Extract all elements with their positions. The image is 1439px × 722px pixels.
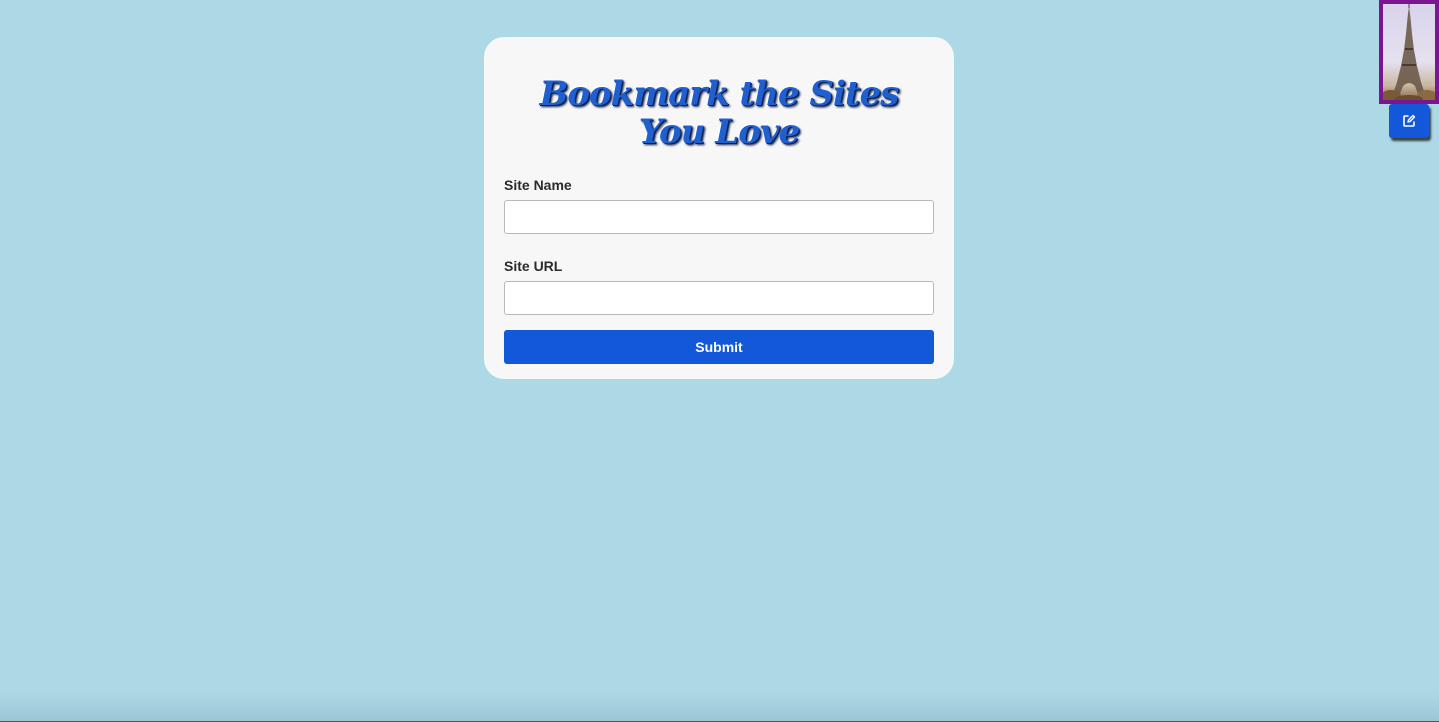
site-name-input[interactable]	[504, 200, 934, 234]
bookmark-form-card: Bookmark the Sites You Love Site Name Si…	[484, 37, 954, 379]
edit-button[interactable]	[1389, 104, 1429, 138]
eiffel-tower-thumbnail[interactable]	[1379, 0, 1439, 104]
eiffel-tower-picture	[1383, 4, 1435, 100]
page: Bookmark the Sites You Love Site Name Si…	[0, 0, 1439, 722]
submit-button[interactable]: Submit	[504, 330, 934, 364]
site-url-input[interactable]	[504, 281, 934, 315]
bottom-shadow	[0, 692, 1439, 722]
site-name-label: Site Name	[504, 177, 572, 193]
site-url-label: Site URL	[504, 258, 563, 274]
form-title: Bookmark the Sites You Love	[539, 74, 900, 152]
edit-icon	[1403, 114, 1416, 127]
